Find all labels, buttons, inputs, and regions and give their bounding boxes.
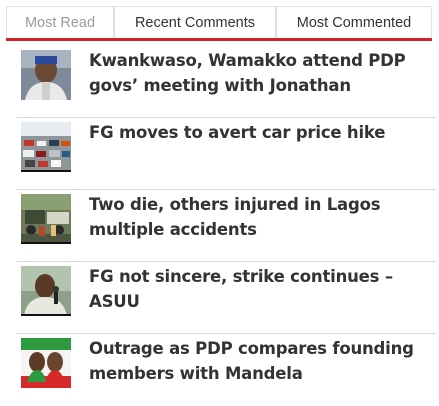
car-lot-photo bbox=[21, 122, 71, 172]
campaign-banner-photo bbox=[21, 338, 71, 388]
article-thumbnail[interactable] bbox=[21, 338, 71, 388]
article-headline[interactable]: Outrage as PDP compares founding members… bbox=[89, 336, 434, 386]
tab-most-read[interactable]: Most Read bbox=[6, 6, 114, 38]
portrait-photo bbox=[21, 50, 71, 100]
article-list: Kwankwaso, Wamakko attend PDP govs’ meet… bbox=[16, 46, 436, 406]
article-headline[interactable]: FG not sincere, strike continues – ASUU bbox=[89, 264, 434, 314]
article-item[interactable]: Kwankwaso, Wamakko attend PDP govs’ meet… bbox=[16, 46, 436, 118]
article-item[interactable]: FG not sincere, strike continues – ASUU bbox=[16, 262, 436, 334]
article-thumbnail[interactable] bbox=[21, 194, 71, 244]
tab-recent-comments[interactable]: Recent Comments bbox=[114, 6, 276, 38]
article-headline[interactable]: FG moves to avert car price hike bbox=[89, 120, 434, 145]
man-speaking-photo bbox=[21, 266, 71, 316]
tab-most-commented[interactable]: Most Commented bbox=[276, 6, 432, 38]
article-thumbnail[interactable] bbox=[21, 50, 71, 100]
article-item[interactable]: Two die, others injured in Lagos multipl… bbox=[16, 190, 436, 262]
tab-bar: Most Read Recent Comments Most Commented bbox=[6, 6, 432, 41]
accident-scene-photo bbox=[21, 194, 71, 244]
most-read-widget: Most Read Recent Comments Most Commented… bbox=[0, 0, 439, 401]
article-item[interactable]: Outrage as PDP compares founding members… bbox=[16, 334, 436, 406]
article-item[interactable]: FG moves to avert car price hike bbox=[16, 118, 436, 190]
article-headline[interactable]: Two die, others injured in Lagos multipl… bbox=[89, 192, 434, 242]
article-thumbnail[interactable] bbox=[21, 122, 71, 172]
article-thumbnail[interactable] bbox=[21, 266, 71, 316]
article-headline[interactable]: Kwankwaso, Wamakko attend PDP govs’ meet… bbox=[89, 48, 434, 98]
